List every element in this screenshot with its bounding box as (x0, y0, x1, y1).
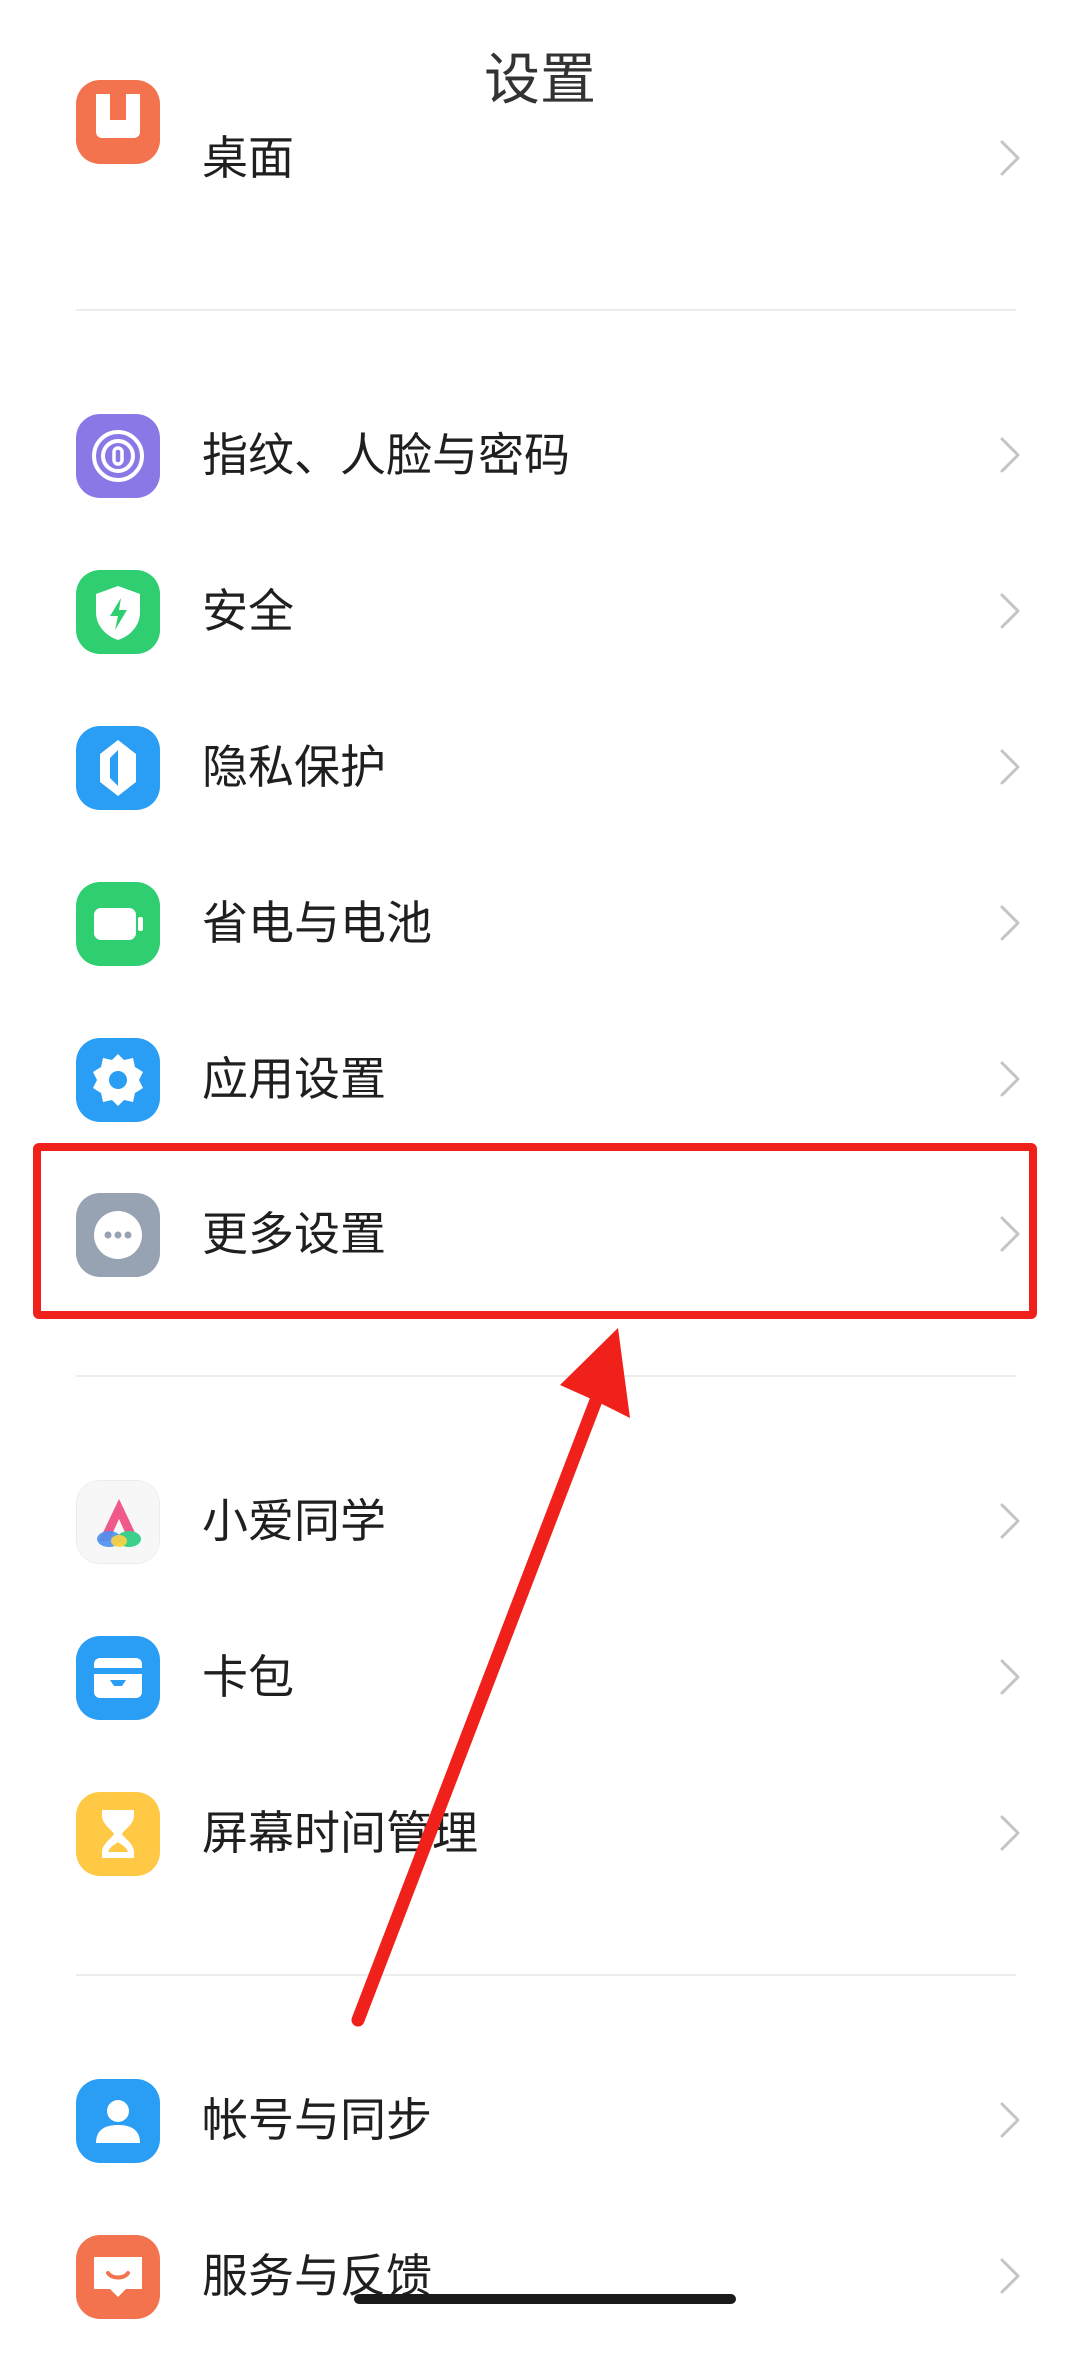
chevron-right-icon (990, 435, 1030, 475)
settings-item-label: 指纹、人脸与密码 (202, 428, 570, 482)
settings-item-screentime[interactable]: 屏幕时间管理 (0, 1755, 1080, 1911)
settings-item-security[interactable]: 安全 (0, 533, 1080, 689)
settings-item-privacy[interactable]: 隐私保护 (0, 689, 1080, 845)
settings-item-label: 小爱同学 (202, 1494, 386, 1548)
chevron-right-icon (990, 138, 1030, 178)
settings-item-wallet[interactable]: 卡包 (0, 1599, 1080, 1755)
settings-item-label: 隐私保护 (202, 740, 386, 794)
hourglass-icon (76, 1792, 160, 1876)
highlight-box (33, 1143, 1037, 1319)
settings-item-label: 安全 (202, 584, 294, 638)
chevron-right-icon (990, 903, 1030, 943)
settings-item-label: 帐号与同步 (202, 2093, 432, 2147)
settings-item-xiaoai[interactable]: 小爱同学 (0, 1443, 1080, 1599)
user-icon (76, 2079, 160, 2163)
chevron-right-icon (990, 2256, 1030, 2296)
settings-item-apps[interactable]: 应用设置 (0, 1001, 1080, 1157)
section-divider (76, 1375, 1016, 1377)
feedback-icon (76, 2235, 160, 2319)
privacy-icon (76, 726, 160, 810)
home-screen-icon (76, 80, 160, 164)
settings-item-battery[interactable]: 省电与电池 (0, 845, 1080, 1001)
home-indicator[interactable] (354, 2294, 736, 2304)
chevron-right-icon (990, 2100, 1030, 2140)
settings-item-label: 省电与电池 (202, 896, 432, 950)
settings-item-label: 桌面 (202, 131, 294, 185)
settings-item-label: 应用设置 (202, 1052, 386, 1106)
shield-lightning-icon (76, 570, 160, 654)
chevron-right-icon (990, 1059, 1030, 1099)
chevron-right-icon (990, 747, 1030, 787)
settings-item-label: 卡包 (202, 1650, 294, 1704)
chevron-right-icon (990, 591, 1030, 631)
settings-item-label: 服务与反馈 (202, 2249, 432, 2303)
chevron-right-icon (990, 1501, 1030, 1541)
battery-icon (76, 882, 160, 966)
settings-item-desktop[interactable]: 桌面 (0, 80, 1080, 248)
settings-item-biometric[interactable]: 指纹、人脸与密码 (0, 377, 1080, 533)
section-divider (76, 1974, 1016, 1976)
chevron-right-icon (990, 1657, 1030, 1697)
xiaoai-icon (76, 1480, 160, 1564)
fingerprint-icon (76, 414, 160, 498)
section-divider (76, 309, 1016, 311)
settings-item-feedback[interactable]: 服务与反馈 (0, 2198, 1080, 2354)
chevron-right-icon (990, 1813, 1030, 1853)
wallet-card-icon (76, 1636, 160, 1720)
gear-icon (76, 1038, 160, 1122)
settings-item-label: 屏幕时间管理 (202, 1806, 478, 1860)
settings-item-account[interactable]: 帐号与同步 (0, 2042, 1080, 2198)
